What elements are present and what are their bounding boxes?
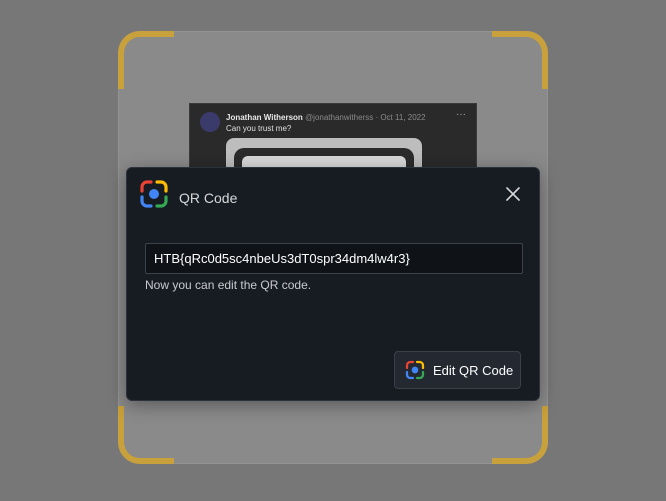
- dialog-hint: Now you can edit the QR code.: [145, 278, 312, 292]
- avatar: [200, 112, 220, 132]
- dialog-title: QR Code: [179, 190, 238, 206]
- edit-qr-code-button[interactable]: Edit QR Code: [394, 351, 521, 389]
- qr-code-dialog: QR Code Now you can edit the QR code. Ed…: [126, 167, 540, 401]
- edit-qr-code-label: Edit QR Code: [433, 362, 514, 378]
- google-lens-icon: [139, 179, 169, 209]
- frame-corner-top-right: [492, 31, 548, 89]
- google-lens-icon: [405, 360, 425, 380]
- qr-value-input[interactable]: [145, 243, 523, 274]
- tweet-author: Jonathan Witherson @jonathanwitherss · O…: [226, 113, 426, 122]
- tweet-author-name: Jonathan Witherson: [226, 113, 303, 122]
- tweet-author-meta: @jonathanwitherss · Oct 11, 2022: [305, 113, 426, 122]
- close-icon[interactable]: [501, 182, 525, 206]
- tweet-text: Can you trust me?: [226, 124, 292, 133]
- frame-corner-bottom-right: [492, 406, 548, 464]
- frame-corner-top-left: [118, 31, 174, 89]
- frame-corner-bottom-left: [118, 406, 174, 464]
- ellipsis-icon[interactable]: ···: [456, 109, 466, 120]
